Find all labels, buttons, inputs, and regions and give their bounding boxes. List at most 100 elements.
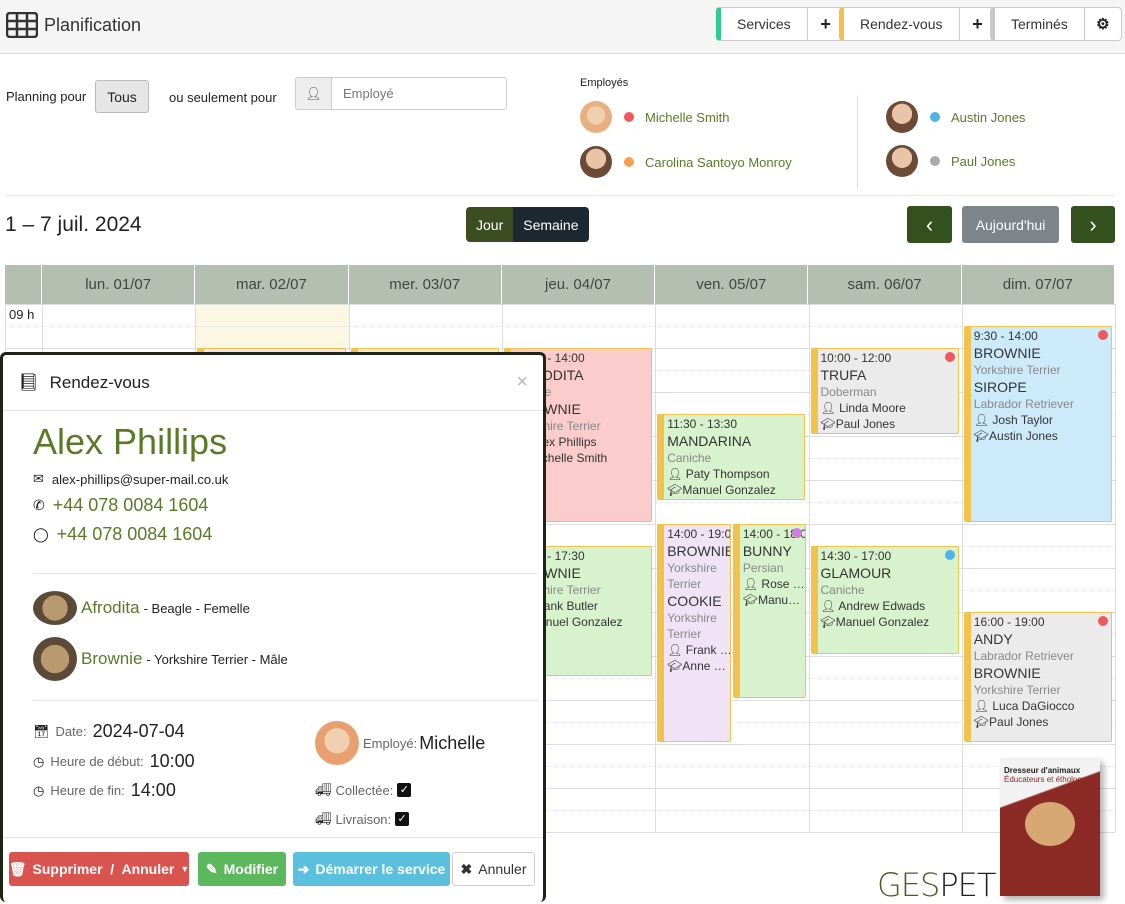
pet-link[interactable]: Afrodita — [81, 598, 140, 618]
user-icon: 👤︎ — [820, 599, 839, 613]
pet-name: MANDARINA — [667, 433, 752, 449]
phone-link[interactable]: +44 078 0084 1604 — [53, 495, 209, 516]
termines-group: Terminés ⚙ — [990, 7, 1122, 41]
start-service-button[interactable]: ➜ Démarrer le service — [293, 852, 450, 886]
rendezvous-button[interactable]: Rendez-vous — [844, 8, 960, 40]
close-button[interactable]: × — [516, 371, 528, 394]
rendezvous-group: Rendez-vous + — [839, 7, 997, 41]
caret-down-icon: ▼ — [180, 864, 190, 874]
pet-name: BUNNY — [742, 543, 792, 559]
hour-label: 09 h — [9, 307, 35, 322]
pet-breed: Yorkshire — [667, 611, 717, 625]
calendar-header: lun. 01/07 mar. 02/07 mer. 03/07 jeu. 04/07… — [5, 265, 1115, 304]
employee-line: Employé: Michelle — [315, 721, 485, 765]
appointment-event[interactable]: 14:00 - 19:00 BROWNIE Yorkshire Terrier COOK… — [657, 524, 731, 742]
day-header[interactable]: ven. 05/07 — [655, 265, 809, 304]
pet-breed: Terrier — [667, 577, 702, 591]
pet-name: BROWNIE — [667, 543, 731, 559]
time-header — [5, 265, 42, 304]
user-icon: 👤︎ — [296, 78, 332, 109]
sign-in-icon: ➜ — [297, 860, 310, 877]
employee-name: 🎓︎Manu… — [742, 593, 801, 607]
user-icon: 👤︎ — [973, 699, 993, 713]
date-range: 1 – 7 juil. 2024 — [5, 213, 142, 236]
modal-header: 📘︎ Rendez-vous — [3, 355, 543, 411]
event-time: 10:00 - 12:00 — [820, 351, 892, 365]
avatar — [580, 101, 612, 133]
top-bar: Planification Services + Rendez-vous + T… — [0, 0, 1125, 54]
color-dot — [930, 156, 940, 166]
pet-name: SIROPE — [973, 379, 1027, 395]
tous-button[interactable]: Tous — [95, 80, 149, 113]
employee-item[interactable]: Michelle Smith — [580, 101, 730, 133]
employee-input[interactable] — [332, 78, 502, 109]
client-name: 👤︎ Paty Thompson — [667, 467, 770, 481]
view-switch: Jour Semaine — [466, 207, 589, 242]
delete-cancel-dropdown[interactable]: 🗑︎ Supprimer / Annuler ▼ — [9, 852, 189, 886]
client-name: Alex Phillips — [33, 421, 228, 462]
collected-checkbox[interactable]: ✓ — [397, 783, 412, 797]
appointment-event[interactable]: 9:30 - 14:00 BROWNIE Yorkshire Terrier SIRO… — [963, 326, 1113, 522]
graduation-cap-icon: 🎓︎ — [820, 615, 836, 629]
employee-name: 🎓︎Anne … — [667, 659, 726, 673]
edit-button[interactable]: ✎ Modifier — [198, 852, 286, 886]
pet-photo — [33, 637, 77, 681]
whatsapp-link[interactable]: +44 078 0084 1604 — [57, 524, 213, 545]
grid-line — [1115, 304, 1117, 832]
truck-icon: 🚚︎ — [315, 811, 332, 826]
services-button[interactable]: Services — [721, 8, 808, 40]
modal-title: Rendez-vous — [49, 372, 150, 392]
collected-line: 🚚︎ Collectée: ✓ — [315, 782, 412, 798]
event-time: 14:30 - 17:00 — [820, 549, 892, 563]
email-link[interactable]: alex-phillips@super-mail.co.uk — [52, 472, 228, 487]
day-header[interactable]: dim. 07/07 — [962, 265, 1115, 304]
employee-name: 🎓︎Manuel Gonzalez — [667, 483, 776, 497]
graduation-cap-icon: 🎓︎ — [973, 715, 990, 729]
cancel-button[interactable]: ✖ Annuler — [452, 852, 535, 886]
grid-line — [5, 304, 1115, 305]
settings-button[interactable]: ⚙ — [1085, 8, 1121, 40]
termines-button[interactable]: Terminés — [995, 8, 1085, 40]
employee-avatar — [315, 721, 359, 765]
event-time: 14:00 - 19:00 — [667, 527, 731, 541]
employee-color-dot — [944, 550, 955, 560]
today-button[interactable]: Aujourd'hui — [962, 206, 1059, 243]
appointment-modal: 📘︎ Rendez-vous × Alex Phillips ✉ alex-phi… — [0, 352, 546, 902]
day-header[interactable]: mar. 02/07 — [195, 265, 349, 304]
user-icon: 👤︎ — [667, 643, 686, 657]
day-header[interactable]: mer. 03/07 — [349, 265, 502, 304]
start-line: ◷ Heure de début: 10:00 — [33, 751, 195, 771]
day-header[interactable]: lun. 01/07 — [42, 265, 196, 304]
next-button[interactable]: › — [1071, 206, 1115, 243]
day-header[interactable]: sam. 06/07 — [808, 265, 962, 304]
day-view-button[interactable]: Jour — [466, 207, 514, 242]
appointment-event[interactable]: 16:00 - 19:00 ANDY Labrador Retriever BROWN… — [963, 612, 1113, 742]
pet-name: TRUFA — [820, 367, 867, 383]
employee-name: 🎓︎Austin Jones — [973, 429, 1058, 443]
graduation-cap-icon: 🎓︎ — [973, 429, 990, 443]
day-header[interactable]: jeu. 04/07 — [502, 265, 656, 304]
appointment-event[interactable]: 11:30 - 13:30 MANDARINA Caniche 👤︎ Paty Tho… — [657, 414, 806, 500]
employee-name: 🎓︎Paul Jones — [820, 417, 896, 431]
employee-color-dot — [944, 352, 955, 362]
prev-button[interactable]: ‹ — [907, 206, 952, 243]
pet-link[interactable]: Brownie — [81, 649, 142, 669]
employees-heading: Employés — [580, 77, 629, 89]
week-view-button[interactable]: Semaine — [513, 207, 589, 242]
pet-name: COOKIE — [667, 593, 722, 609]
user-icon: 👤︎ — [742, 577, 762, 591]
delivery-checkbox[interactable]: ✓ — [395, 812, 410, 826]
client-name: 👤︎ Linda Moore — [820, 401, 906, 415]
employee-item[interactable]: Austin Jones — [886, 101, 1025, 133]
divider — [5, 195, 1115, 196]
email-line: ✉ alex-phillips@super-mail.co.uk — [33, 471, 228, 487]
appointment-event[interactable]: 10:00 - 12:00 TRUFA Doberman 👤︎ Linda Moore… — [810, 348, 959, 434]
appointment-event[interactable]: 14:00 - 18:00BUNNYPersian👤︎ Rose …🎓︎Manu… — [732, 524, 807, 698]
color-dot — [930, 112, 940, 122]
phone-line: ✆ +44 078 0084 1604 — [33, 495, 208, 516]
employee-item[interactable]: Carolina Santoyo Monroy — [580, 146, 792, 178]
appointment-event[interactable]: 14:30 - 17:00 GLAMOUR Caniche 👤︎ Andrew Edw… — [810, 546, 959, 654]
employee-item[interactable]: Paul Jones — [886, 145, 1015, 177]
client-name: 👤︎ Rose … — [742, 577, 805, 591]
end-line: ◷ Heure de fin: 14:00 — [33, 780, 176, 800]
